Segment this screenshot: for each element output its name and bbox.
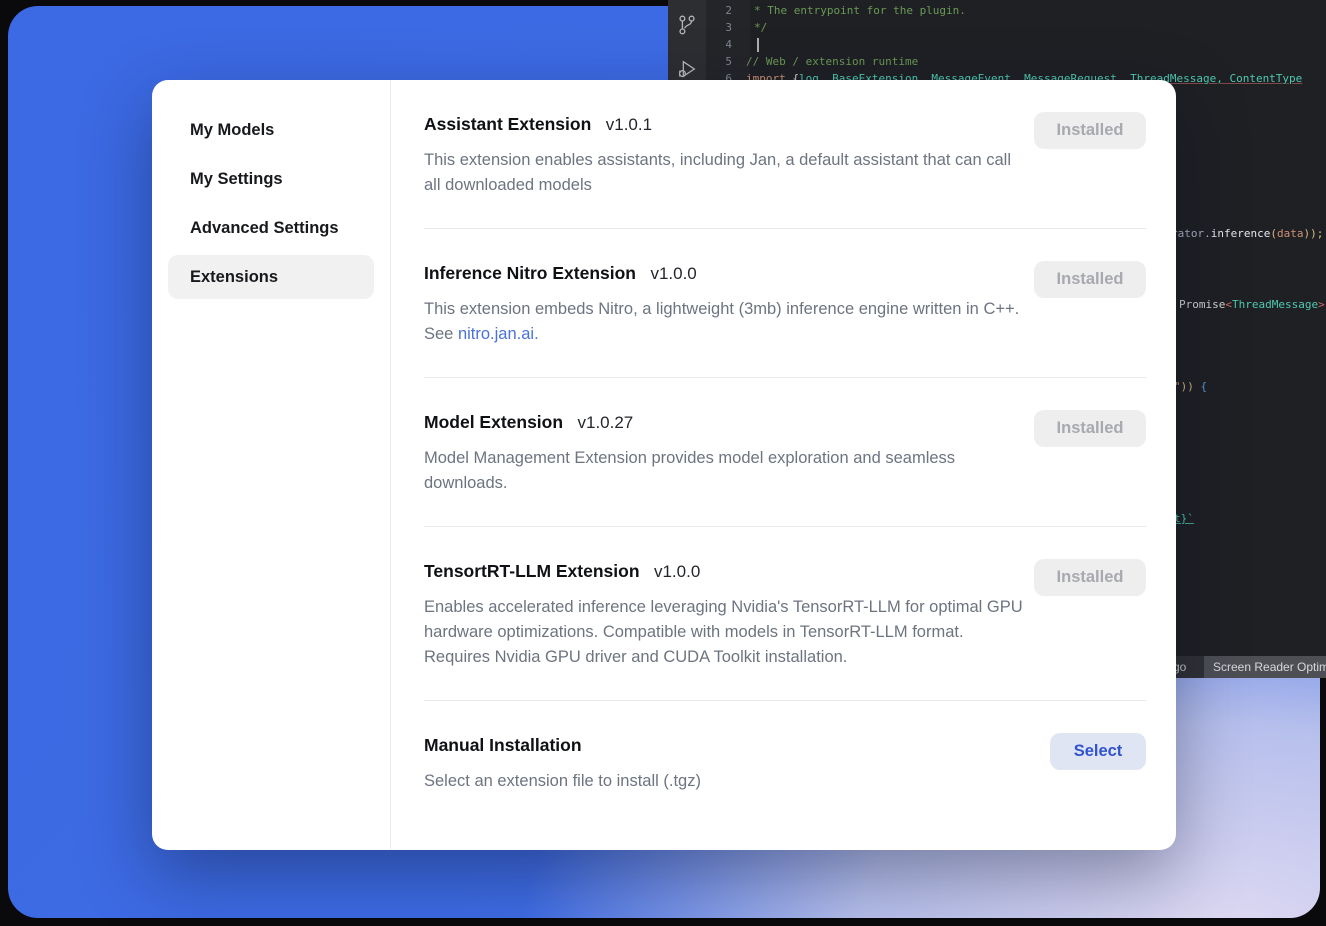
- extension-name: Model Extension: [424, 412, 563, 432]
- extension-version: v1.0.0: [650, 264, 696, 283]
- code-line: 2* The entrypoint for the plugin.: [668, 2, 1326, 19]
- code-text: * The entrypoint for the plugin.: [746, 4, 966, 17]
- extension-version: v1.0.27: [578, 413, 634, 432]
- nitro-jan-ai-link[interactable]: nitro.jan.ai.: [458, 325, 539, 343]
- screen-reader-status[interactable]: Screen Reader Optimized: [1204, 656, 1326, 678]
- code-fragment: ")) {: [1174, 378, 1207, 395]
- extension-row-assistant: Assistant Extension v1.0.1 This extensio…: [424, 80, 1146, 229]
- extension-description: This extension enables assistants, inclu…: [424, 148, 1024, 198]
- code-text: // Web / extension runtime: [746, 55, 918, 68]
- extension-description: Model Management Extension provides mode…: [424, 446, 1024, 496]
- sidebar-item-advanced-settings[interactable]: Advanced Settings: [168, 206, 374, 250]
- line-number: 3: [668, 19, 746, 36]
- extension-version: v1.0.0: [654, 562, 700, 581]
- extension-row-tensorrt-llm: TensortRT-LLM Extension v1.0.0 Enables a…: [424, 527, 1146, 701]
- extensions-panel: Assistant Extension v1.0.1 This extensio…: [391, 80, 1176, 850]
- extension-row-inference-nitro: Inference Nitro Extension v1.0.0 This ex…: [424, 229, 1146, 378]
- sidebar-item-my-settings[interactable]: My Settings: [168, 157, 374, 201]
- line-number: 5: [668, 53, 746, 70]
- settings-sidebar: My Models My Settings Advanced Settings …: [152, 80, 391, 850]
- code-line: 3*/: [668, 19, 1326, 36]
- installed-button[interactable]: Installed: [1034, 261, 1146, 298]
- extension-description: Enables accelerated inference leveraging…: [424, 595, 1024, 670]
- extension-name: TensortRT-LLM Extension: [424, 561, 640, 581]
- installed-button[interactable]: Installed: [1034, 559, 1146, 596]
- code-area: 2* The entrypoint for the plugin. 3*/ 4 …: [668, 2, 1326, 87]
- extension-version: v1.0.1: [606, 115, 652, 134]
- code-line: 5// Web / extension runtime: [668, 53, 1326, 70]
- code-line: 4: [668, 36, 1326, 53]
- select-file-button[interactable]: Select: [1050, 733, 1146, 770]
- code-text: */: [746, 21, 767, 34]
- extension-name: Inference Nitro Extension: [424, 263, 636, 283]
- manual-installation-description: Select an extension file to install (.tg…: [424, 769, 701, 794]
- extension-row-model: Model Extension v1.0.27 Model Management…: [424, 378, 1146, 527]
- installed-button[interactable]: Installed: [1034, 410, 1146, 447]
- line-number: 4: [668, 36, 746, 53]
- sidebar-item-extensions[interactable]: Extensions: [168, 255, 374, 299]
- sidebar-item-my-models[interactable]: My Models: [168, 108, 374, 152]
- text-cursor: [757, 38, 759, 52]
- code-fragment: t}`: [1174, 510, 1194, 527]
- code-fragment: Promise<ThreadMessage>: [1179, 296, 1325, 313]
- settings-modal: My Models My Settings Advanced Settings …: [152, 80, 1176, 850]
- line-number: 2: [668, 2, 746, 19]
- extension-name: Assistant Extension: [424, 114, 591, 134]
- manual-installation-row: Manual Installation Select an extension …: [424, 701, 1146, 816]
- installed-button[interactable]: Installed: [1034, 112, 1146, 149]
- code-fragment: rator.inference(data));: [1171, 225, 1323, 242]
- extension-description: This extension embeds Nitro, a lightweig…: [424, 297, 1024, 347]
- manual-installation-title: Manual Installation: [424, 735, 582, 755]
